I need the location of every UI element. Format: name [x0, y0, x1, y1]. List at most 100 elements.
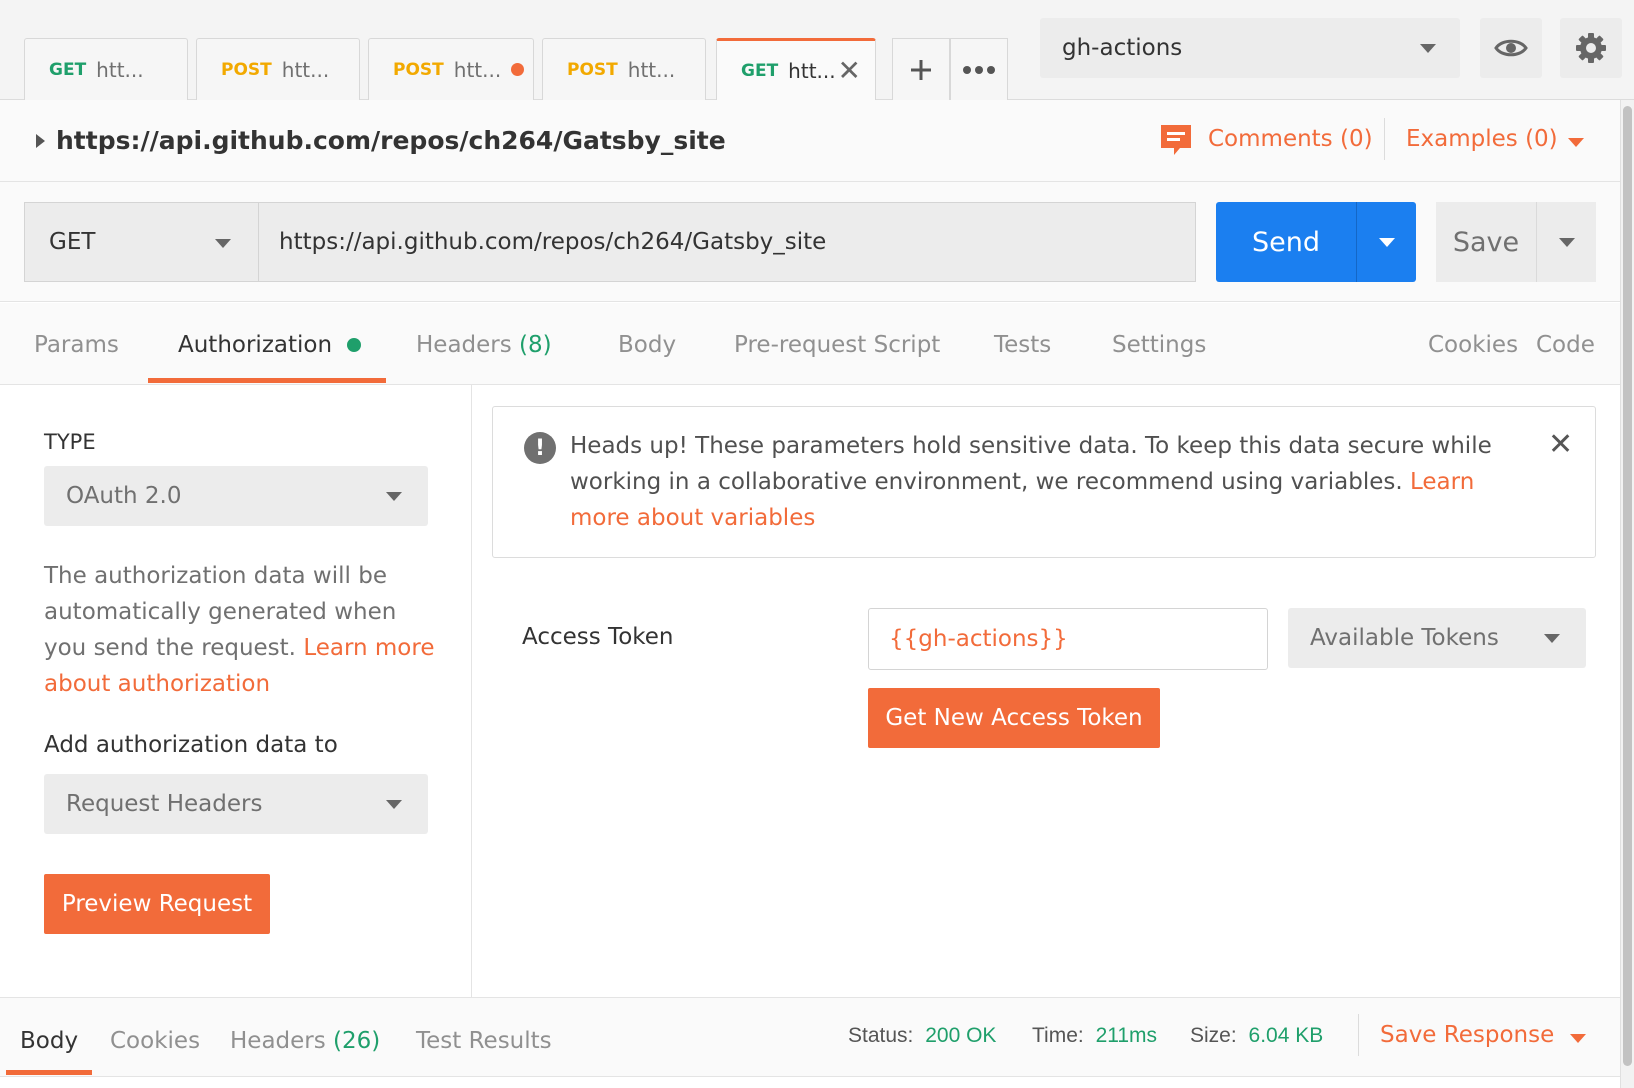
request-tab-4[interactable]: POST htt...: [542, 38, 706, 100]
save-response-button[interactable]: Save Response: [1380, 1022, 1554, 1048]
status-value: 200 OK: [925, 1024, 997, 1047]
add-auth-to-value: Request Headers: [66, 791, 263, 817]
type-label: TYPE: [44, 430, 96, 454]
get-new-access-token-label: Get New Access Token: [885, 705, 1143, 731]
expand-triangle-icon[interactable]: [36, 134, 45, 148]
active-response-tab-indicator: [6, 1070, 92, 1075]
save-options-button[interactable]: [1536, 202, 1596, 282]
tab-tests[interactable]: Tests: [994, 332, 1051, 358]
tab-method: POST: [393, 59, 444, 80]
auth-type-value: OAuth 2.0: [66, 483, 182, 509]
response-tab-headers[interactable]: Headers (26): [230, 1028, 380, 1054]
time-value: 211ms: [1095, 1024, 1158, 1047]
examples-caret-icon[interactable]: [1568, 138, 1584, 147]
response-tab-test-results[interactable]: Test Results: [416, 1028, 552, 1054]
save-label: Save: [1452, 226, 1520, 258]
active-tab-indicator: [148, 378, 386, 383]
available-tokens-label: Available Tokens: [1310, 625, 1499, 651]
tab-authorization-label: Authorization: [178, 332, 333, 358]
comments-button[interactable]: [1160, 124, 1192, 162]
close-icon[interactable]: ✕: [1548, 430, 1573, 460]
access-token-input[interactable]: [868, 608, 1268, 670]
comment-icon: [1161, 125, 1191, 155]
alert-message: Heads up! These parameters hold sensitiv…: [570, 428, 1530, 536]
more-icon: [963, 65, 995, 74]
tab-label: htt...: [453, 57, 502, 82]
request-tab-2[interactable]: POST htt...: [196, 38, 360, 100]
response-tab-body[interactable]: Body: [20, 1028, 78, 1054]
tab-params[interactable]: Params: [34, 332, 119, 358]
new-tab-button[interactable]: [892, 38, 950, 100]
add-auth-to-label: Add authorization data to: [44, 732, 338, 758]
code-link[interactable]: Code: [1536, 332, 1595, 358]
scrollbar-thumb[interactable]: [1623, 106, 1632, 1066]
tab-label: htt...: [788, 59, 836, 83]
tab-headers-label: Headers: [416, 332, 512, 358]
send-button[interactable]: Send: [1216, 202, 1356, 282]
caret-down-icon: [1379, 238, 1395, 247]
info-icon: !: [524, 432, 556, 464]
divider: [1358, 1014, 1359, 1056]
tab-body[interactable]: Body: [618, 332, 676, 358]
time-label: Time:: [1032, 1024, 1084, 1047]
caret-down-icon: [1544, 634, 1560, 643]
access-token-label: Access Token: [522, 624, 674, 650]
tab-authorization[interactable]: Authorization: [178, 332, 362, 358]
divider: [1384, 118, 1385, 160]
tab-pre-request-script[interactable]: Pre-request Script: [734, 332, 940, 358]
unsaved-dot-icon: [511, 63, 525, 76]
request-title: https://api.github.com/repos/ch264/Gatsb…: [56, 126, 726, 155]
environment-select[interactable]: gh-actions: [1040, 18, 1460, 78]
tab-method: POST: [221, 59, 272, 80]
tab-method: POST: [567, 59, 618, 80]
request-tab-1[interactable]: GET htt...: [24, 38, 188, 100]
method-value: GET: [49, 229, 96, 255]
environment-quick-look-button[interactable]: [1480, 18, 1542, 78]
active-dot-icon: [347, 338, 362, 352]
request-tab-3[interactable]: POST htt...: [368, 38, 534, 100]
alert-text: Heads up! These parameters hold sensitiv…: [570, 433, 1492, 495]
available-tokens-select[interactable]: Available Tokens: [1288, 608, 1586, 668]
tab-settings[interactable]: Settings: [1112, 332, 1206, 358]
headers-count: (8): [519, 332, 552, 358]
response-time: Time: 211ms: [1032, 1024, 1157, 1048]
response-headers-label: Headers: [230, 1028, 326, 1054]
get-new-access-token-button[interactable]: Get New Access Token: [868, 688, 1160, 748]
close-tab-icon[interactable]: ✕: [838, 57, 861, 85]
manage-environments-button[interactable]: [1560, 18, 1622, 78]
response-size: Size: 6.04 KB: [1190, 1024, 1323, 1048]
save-response-caret-icon[interactable]: [1570, 1034, 1586, 1043]
response-status: Status: 200 OK: [848, 1024, 996, 1048]
eye-icon: [1494, 39, 1528, 57]
plus-icon: [911, 59, 931, 80]
caret-down-icon: [386, 800, 402, 809]
size-label: Size:: [1190, 1024, 1237, 1047]
save-button[interactable]: Save: [1436, 202, 1536, 282]
method-select[interactable]: GET: [24, 202, 258, 282]
response-tab-cookies[interactable]: Cookies: [110, 1028, 200, 1054]
response-headers-count: (26): [333, 1028, 381, 1054]
more-tabs-button[interactable]: [950, 38, 1008, 100]
size-value: 6.04 KB: [1248, 1024, 1324, 1047]
send-label: Send: [1251, 226, 1320, 258]
add-auth-to-select[interactable]: Request Headers: [44, 774, 428, 834]
send-options-button[interactable]: [1356, 202, 1416, 282]
caret-down-icon: [1559, 238, 1575, 247]
caret-down-icon: [215, 239, 231, 248]
auth-type-select[interactable]: OAuth 2.0: [44, 466, 428, 526]
auth-description: The authorization data will be automatic…: [44, 558, 444, 702]
preview-request-button[interactable]: Preview Request: [44, 874, 270, 934]
tab-label: htt...: [96, 57, 144, 82]
environment-value: gh-actions: [1062, 35, 1183, 61]
url-input[interactable]: [258, 202, 1196, 282]
examples-label[interactable]: Examples (0): [1406, 126, 1558, 152]
tab-method: GET: [741, 61, 779, 81]
status-label: Status:: [848, 1024, 914, 1047]
comments-label[interactable]: Comments (0): [1208, 126, 1373, 152]
tab-label: htt...: [281, 57, 330, 82]
cookies-link[interactable]: Cookies: [1428, 332, 1518, 358]
tab-label: htt...: [627, 57, 676, 82]
caret-down-icon: [386, 492, 402, 501]
tab-headers[interactable]: Headers (8): [416, 332, 552, 358]
request-tab-5-active[interactable]: GET htt... ✕: [716, 38, 876, 101]
